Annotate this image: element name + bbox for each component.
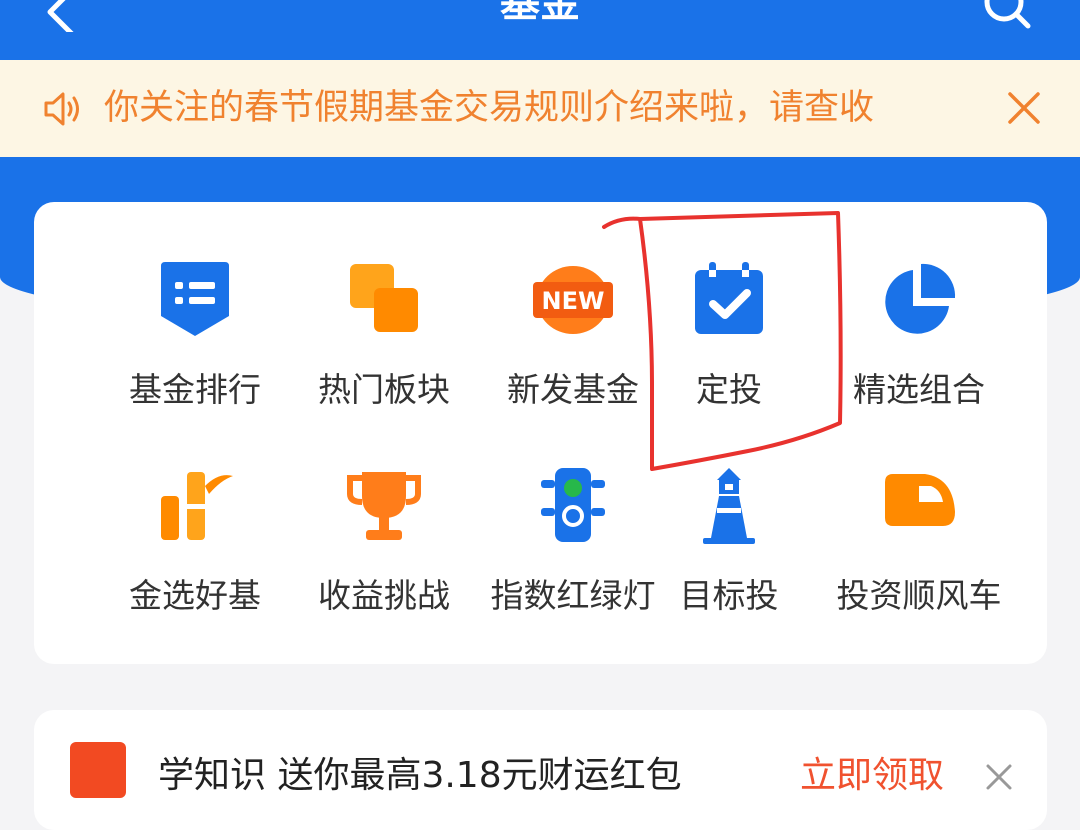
claim-button[interactable]: 立即领取 <box>800 752 944 800</box>
trophy-icon <box>344 466 424 546</box>
entry-golden-fund[interactable]: 金选好基 <box>100 466 290 646</box>
entry-label: 精选组合 <box>853 370 985 409</box>
fund-ranking-icon <box>155 260 235 340</box>
traffic-light-icon <box>533 466 613 546</box>
close-icon[interactable] <box>1004 88 1044 128</box>
speaker-icon <box>44 92 79 126</box>
red-envelope-icon <box>70 742 126 798</box>
promo-text: 学知识 送你最高3.18元财运红包 <box>158 755 682 796</box>
entry-selected-portfolio[interactable]: 精选组合 <box>824 260 1014 440</box>
pie-chart-icon <box>879 260 959 340</box>
entry-target-invest[interactable]: 目标投 <box>634 466 824 646</box>
entry-return-challenge[interactable]: 收益挑战 <box>289 466 479 646</box>
entry-investment-ride[interactable]: 投资顺风车 <box>824 466 1014 646</box>
train-icon <box>879 466 959 546</box>
close-icon[interactable] <box>984 762 1014 792</box>
notice-text: 你关注的春节假期基金交易规则介绍来啦，请查收 <box>104 88 875 128</box>
entry-fund-ranking[interactable]: 基金排行 <box>100 260 290 440</box>
page-title: 基金 <box>500 0 580 26</box>
calendar-check-icon <box>689 260 769 340</box>
hot-sectors-icon <box>344 260 424 340</box>
new-fund-icon: NEW <box>533 260 613 340</box>
new-badge: NEW <box>542 287 605 315</box>
lighthouse-icon <box>689 466 769 546</box>
search-icon[interactable] <box>978 0 1034 36</box>
top-nav-bar: 基金 <box>0 0 1080 60</box>
feature-grid: 基金排行 热门板块 NEW 新发基金 定投 精选组合 金选好基 收益挑战 指数红… <box>34 202 1047 664</box>
promo-card[interactable]: 学知识 送你最高3.18元财运红包 立即领取 <box>34 710 1047 830</box>
bamboo-icon <box>155 466 235 546</box>
entry-auto-invest[interactable]: 定投 <box>634 260 824 440</box>
notice-bar[interactable]: 你关注的春节假期基金交易规则介绍来啦，请查收 <box>0 60 1080 157</box>
entry-hot-sectors[interactable]: 热门板块 <box>289 260 479 440</box>
entry-label: 投资顺风车 <box>836 576 1002 615</box>
